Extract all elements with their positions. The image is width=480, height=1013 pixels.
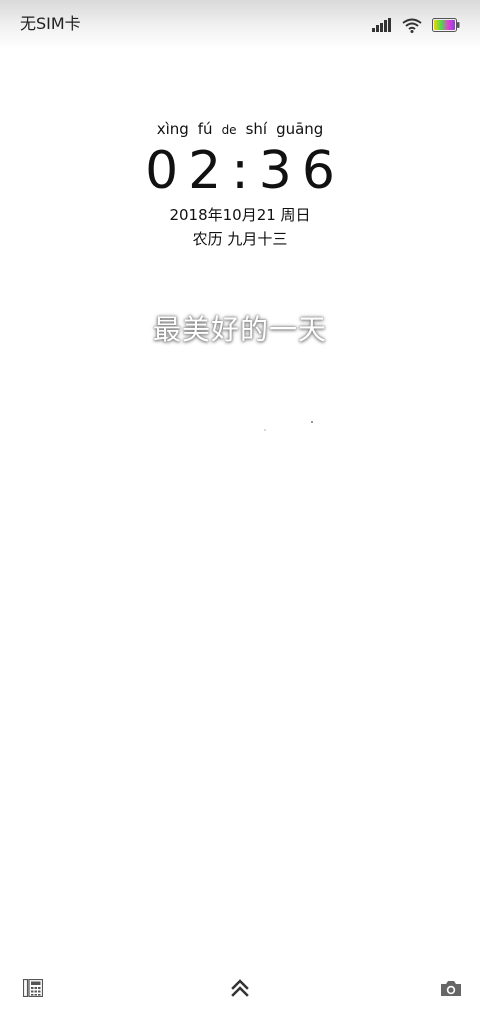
clock-time: 02:36 <box>145 141 345 201</box>
pinyin-syllable: de <box>221 123 237 137</box>
bottom-shortcut-bar <box>0 963 480 1013</box>
lockscreen-slogan: 最美好的一天 <box>152 313 327 346</box>
lunar-date: 农历 九月十三 <box>192 230 288 248</box>
pinyin-caption: xìng fú de shí guāng <box>0 118 480 140</box>
background-speck <box>311 421 313 423</box>
battery-icon <box>432 18 460 32</box>
clock-date: 2018年10月21 周日 <box>169 206 311 224</box>
status-bar: 无SIM卡 <box>0 0 480 50</box>
signal-icon <box>372 18 392 32</box>
pinyin-syllable: fú <box>197 120 213 138</box>
status-icons <box>372 14 460 36</box>
pinyin-syllable: guāng <box>276 120 324 138</box>
background-speck <box>264 429 266 431</box>
lock-clock: xìng fú de shí guāng 02:36 2018年10月21 周日… <box>0 118 480 250</box>
camera-icon[interactable] <box>434 971 468 1005</box>
pinyin-syllable: shí <box>245 120 268 138</box>
wifi-icon <box>402 18 422 33</box>
pinyin-syllable: xìng <box>156 120 189 138</box>
carrier-label: 无SIM卡 <box>20 14 81 33</box>
double-chevron-up-icon[interactable] <box>223 971 257 1005</box>
phone-dialer-icon[interactable] <box>16 971 50 1005</box>
